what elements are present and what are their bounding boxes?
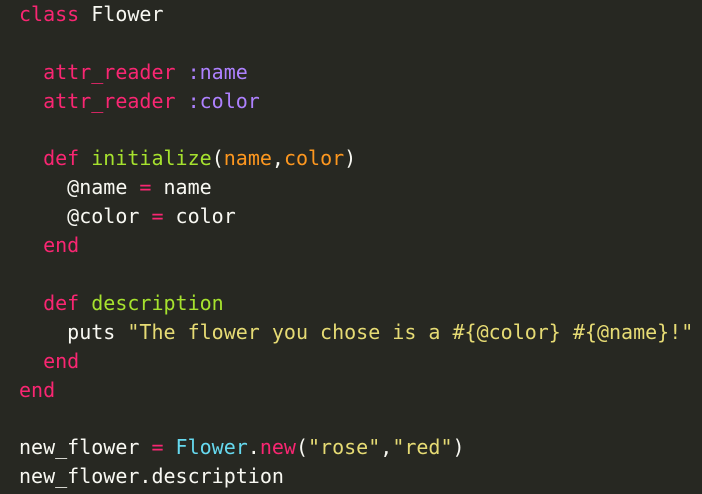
code-token: = bbox=[139, 175, 152, 200]
code-token: . bbox=[247, 435, 260, 460]
code-token: = bbox=[151, 204, 164, 229]
code-line[interactable]: new_flower = Flower.new("rose","red") bbox=[0, 433, 702, 462]
code-token: , bbox=[271, 146, 284, 171]
code-token: color bbox=[283, 146, 345, 171]
code-token: ( bbox=[295, 435, 309, 460]
code-token: end bbox=[43, 233, 80, 258]
code-token: = bbox=[151, 435, 164, 460]
code-token: @name bbox=[19, 175, 140, 200]
code-editor[interactable]: class Flower attr_reader :name attr_read… bbox=[0, 0, 702, 494]
code-line[interactable] bbox=[0, 29, 702, 58]
code-token: def bbox=[43, 146, 80, 171]
code-line[interactable]: def description bbox=[0, 289, 702, 318]
code-line[interactable]: attr_reader :color bbox=[0, 87, 702, 116]
code-token: class bbox=[19, 2, 80, 26]
code-token: attr_reader bbox=[43, 88, 176, 113]
code-token: attr_reader bbox=[43, 59, 176, 84]
code-token: "red" bbox=[392, 435, 453, 460]
code-token: description bbox=[91, 290, 224, 315]
code-line[interactable]: end bbox=[0, 347, 702, 376]
code-line[interactable] bbox=[0, 116, 702, 145]
code-token: ) bbox=[452, 435, 465, 460]
code-line[interactable]: @color = color bbox=[0, 202, 702, 231]
code-line[interactable]: puts "The flower you chose is a #{@color… bbox=[0, 318, 702, 347]
code-line[interactable] bbox=[0, 260, 702, 289]
code-line[interactable]: attr_reader :name bbox=[0, 58, 702, 87]
code-line[interactable]: def initialize(name,color) bbox=[0, 144, 702, 173]
code-token: new_flower bbox=[19, 435, 152, 460]
code-token: "The flower you chose is a #{@color} #{@… bbox=[127, 319, 694, 344]
code-line[interactable]: new_flower.description bbox=[0, 462, 702, 491]
code-token: def bbox=[43, 290, 80, 315]
code-token: puts bbox=[19, 319, 128, 344]
code-line[interactable]: end bbox=[0, 231, 702, 260]
code-token: color bbox=[163, 204, 236, 229]
code-token: @color bbox=[19, 204, 152, 229]
code-token: , bbox=[380, 435, 393, 460]
code-token: name bbox=[151, 175, 212, 200]
code-token: initialize bbox=[91, 146, 212, 171]
code-token: end bbox=[43, 348, 80, 373]
code-token: Flower bbox=[79, 2, 164, 26]
code-token: :name bbox=[187, 59, 248, 84]
code-line[interactable] bbox=[0, 404, 702, 433]
code-token: new bbox=[259, 435, 296, 460]
code-token: name bbox=[223, 146, 272, 171]
code-token: Flower bbox=[175, 435, 248, 460]
code-line[interactable]: class Flower bbox=[0, 0, 702, 29]
code-line[interactable]: @name = name bbox=[0, 173, 702, 202]
code-token: ( bbox=[211, 146, 224, 171]
code-lines-container: class Flower attr_reader :name attr_read… bbox=[0, 0, 702, 491]
code-line[interactable]: end bbox=[0, 376, 702, 405]
code-token: :color bbox=[187, 88, 260, 113]
code-token: "rose" bbox=[308, 435, 381, 460]
code-token: ) bbox=[344, 146, 357, 171]
code-token: new_flower.description bbox=[19, 464, 284, 489]
code-token: end bbox=[19, 377, 56, 402]
